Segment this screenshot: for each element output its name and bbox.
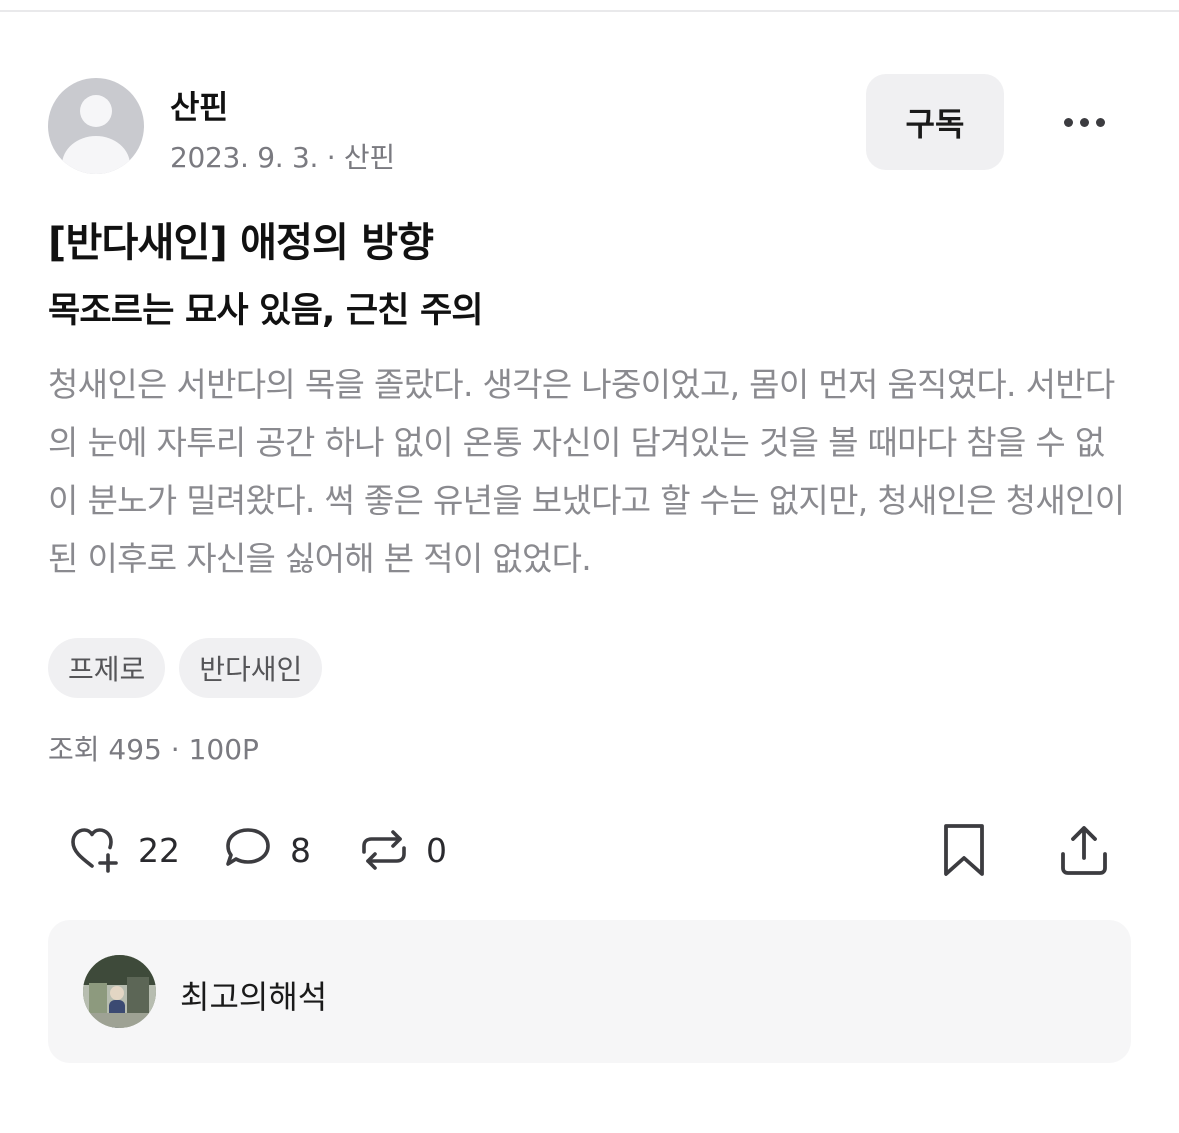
top-comment-card[interactable]: 최고의해석 (48, 920, 1131, 1063)
avatar-head-shape (80, 95, 112, 127)
post-subtitle[interactable]: 목조르는 묘사 있음, 근친 주의 (48, 282, 484, 333)
tag-chip[interactable]: 반다새인 (179, 638, 323, 698)
view-stats: 조회 495 · 100P (48, 733, 259, 766)
author-name[interactable]: 산핀 (170, 82, 228, 128)
tag-list: 프제로 반다새인 (48, 638, 323, 698)
author-avatar[interactable] (48, 78, 144, 174)
bookmark-icon (944, 824, 984, 876)
like-button[interactable]: 22 (68, 818, 180, 882)
repost-icon (362, 830, 406, 870)
repost-button[interactable]: 0 (356, 818, 447, 882)
speech-bubble-icon (226, 828, 270, 866)
share-button[interactable] (1056, 818, 1112, 882)
post-title[interactable]: [반다새인] 애정의 방향 (48, 210, 434, 268)
action-bar: 22 8 0 (0, 818, 1179, 882)
more-dot (1095, 117, 1105, 127)
post-header: 산핀 2023. 9. 3. · 산핀 구독 (48, 74, 1138, 174)
top-divider (0, 10, 1179, 12)
like-count: 22 (138, 830, 180, 870)
commenter-photo-icon (83, 955, 156, 1028)
tag-chip[interactable]: 프제로 (48, 638, 166, 698)
repost-count: 0 (426, 830, 447, 870)
more-dot (1063, 117, 1073, 127)
more-dot (1079, 117, 1089, 127)
commenter-avatar[interactable] (83, 955, 156, 1028)
share-icon (1061, 826, 1107, 875)
post-card: 산핀 2023. 9. 3. · 산핀 구독 [반다새인] 애정의 방향 목조르… (0, 0, 1179, 1133)
subscribe-button[interactable]: 구독 (866, 74, 1004, 170)
commenter-name[interactable]: 최고의해석 (180, 972, 327, 1018)
more-icon[interactable] (1052, 104, 1116, 140)
post-excerpt[interactable]: 청새인은 서반다의 목을 졸랐다. 생각은 나중이었고, 몸이 먼저 움직였다.… (48, 356, 1134, 588)
heart-plus-icon (71, 828, 118, 873)
avatar-body-shape (62, 136, 130, 174)
post-meta: 2023. 9. 3. · 산핀 (170, 141, 395, 174)
bookmark-button[interactable] (938, 818, 990, 882)
comment-button[interactable]: 8 (220, 818, 311, 882)
comment-count: 8 (290, 830, 311, 870)
